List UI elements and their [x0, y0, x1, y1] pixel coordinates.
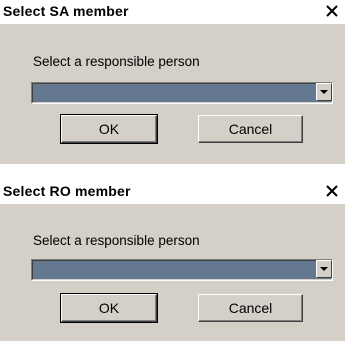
title-bar: Select RO member: [0, 180, 345, 204]
close-icon: [326, 5, 338, 17]
title-bar-edge: [0, 204, 345, 206]
cancel-button[interactable]: Cancel: [198, 115, 303, 143]
cancel-button[interactable]: Cancel: [198, 294, 303, 322]
prompt-label: Select a responsible person: [33, 233, 200, 248]
close-button[interactable]: [324, 3, 340, 19]
chevron-down-icon: [320, 89, 328, 94]
dropdown-arrow-button[interactable]: [316, 83, 332, 101]
ok-button[interactable]: OK: [60, 293, 158, 323]
select-field: [32, 83, 332, 103]
responsible-person-select[interactable]: [31, 82, 333, 104]
close-icon: [326, 185, 338, 197]
select-sa-member-dialog: Select SA member Select a responsible pe…: [0, 0, 345, 164]
dialog-title: Select SA member: [3, 3, 129, 19]
select-ro-member-dialog: Select RO member Select a responsible pe…: [0, 180, 345, 341]
close-button[interactable]: [324, 183, 340, 199]
dropdown-arrow-button[interactable]: [316, 260, 332, 278]
title-bar: Select SA member: [0, 0, 345, 24]
responsible-person-select[interactable]: [31, 259, 333, 281]
select-field: [32, 260, 332, 280]
title-bar-edge: [0, 24, 345, 26]
dialog-title: Select RO member: [3, 183, 131, 199]
ok-button[interactable]: OK: [60, 114, 158, 144]
prompt-label: Select a responsible person: [33, 54, 200, 69]
chevron-down-icon: [320, 266, 328, 271]
